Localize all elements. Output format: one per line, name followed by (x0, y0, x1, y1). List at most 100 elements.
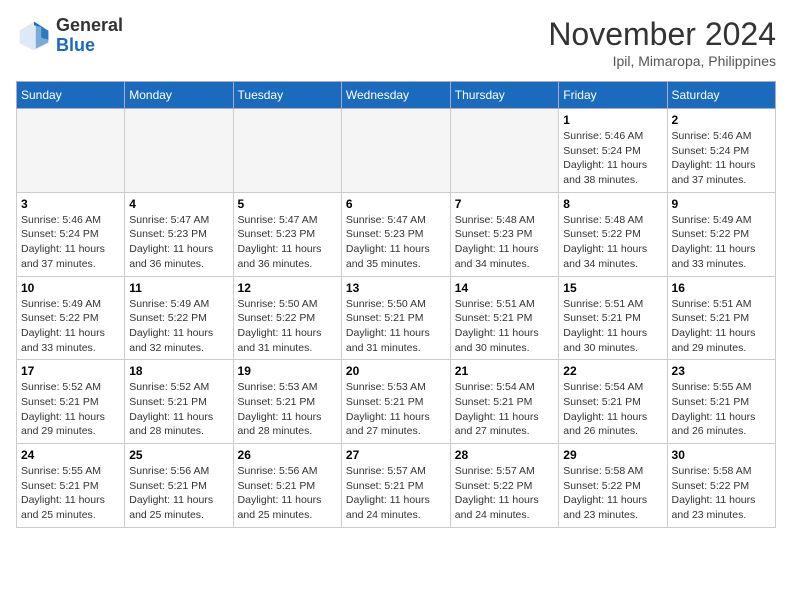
day-number: 17 (21, 364, 120, 378)
calendar-day-cell: 23 Sunrise: 5:55 AM Sunset: 5:21 PM Dayli… (667, 360, 775, 444)
calendar-day-cell: 17 Sunrise: 5:52 AM Sunset: 5:21 PM Dayli… (17, 360, 125, 444)
weekday-header: Thursday (450, 82, 559, 109)
calendar-day-cell: 4 Sunrise: 5:47 AM Sunset: 5:23 PM Daylig… (125, 192, 233, 276)
calendar-day-cell: 16 Sunrise: 5:51 AM Sunset: 5:21 PM Dayli… (667, 276, 775, 360)
calendar-day-cell: 12 Sunrise: 5:50 AM Sunset: 5:22 PM Dayli… (233, 276, 341, 360)
calendar-day-cell: 19 Sunrise: 5:53 AM Sunset: 5:21 PM Dayli… (233, 360, 341, 444)
day-number: 20 (346, 364, 446, 378)
logo-text: General Blue (56, 16, 123, 56)
calendar-day-cell: 22 Sunrise: 5:54 AM Sunset: 5:21 PM Dayli… (559, 360, 667, 444)
day-number: 2 (672, 113, 771, 127)
calendar-day-cell: 26 Sunrise: 5:56 AM Sunset: 5:21 PM Dayli… (233, 444, 341, 528)
day-number: 22 (563, 364, 662, 378)
calendar-day-cell: 25Sunrise: 5:56 AM Sunset: 5:21 PM Dayli… (125, 444, 233, 528)
calendar: SundayMondayTuesdayWednesdayThursdayFrid… (16, 81, 776, 528)
day-number: 9 (672, 197, 771, 211)
day-info: Sunrise: 5:50 AM Sunset: 5:22 PM Dayligh… (238, 297, 337, 356)
logo: General Blue (16, 16, 123, 56)
day-info: Sunrise: 5:47 AM Sunset: 5:23 PM Dayligh… (129, 213, 228, 272)
day-info: Sunrise: 5:49 AM Sunset: 5:22 PM Dayligh… (129, 297, 228, 356)
day-info: Sunrise: 5:54 AM Sunset: 5:21 PM Dayligh… (563, 380, 662, 439)
calendar-header-row: SundayMondayTuesdayWednesdayThursdayFrid… (17, 82, 776, 109)
calendar-day-cell: 5Sunrise: 5:47 AM Sunset: 5:23 PM Daylig… (233, 192, 341, 276)
day-number: 12 (238, 281, 337, 295)
calendar-day-cell (450, 109, 559, 193)
day-info: Sunrise: 5:51 AM Sunset: 5:21 PM Dayligh… (563, 297, 662, 356)
calendar-day-cell: 7 Sunrise: 5:48 AM Sunset: 5:23 PM Daylig… (450, 192, 559, 276)
weekday-header: Tuesday (233, 82, 341, 109)
day-number: 18 (129, 364, 228, 378)
weekday-header: Friday (559, 82, 667, 109)
day-info: Sunrise: 5:48 AM Sunset: 5:23 PM Dayligh… (455, 213, 555, 272)
calendar-day-cell (341, 109, 450, 193)
day-info: Sunrise: 5:46 AM Sunset: 5:24 PM Dayligh… (672, 129, 771, 188)
calendar-week-row: 1 Sunrise: 5:46 AM Sunset: 5:24 PM Daylig… (17, 109, 776, 193)
day-number: 7 (455, 197, 555, 211)
calendar-day-cell: 9 Sunrise: 5:49 AM Sunset: 5:22 PM Daylig… (667, 192, 775, 276)
day-number: 19 (238, 364, 337, 378)
day-info: Sunrise: 5:52 AM Sunset: 5:21 PM Dayligh… (21, 380, 120, 439)
day-number: 1 (563, 113, 662, 127)
calendar-day-cell: 11 Sunrise: 5:49 AM Sunset: 5:22 PM Dayli… (125, 276, 233, 360)
weekday-header: Wednesday (341, 82, 450, 109)
day-info: Sunrise: 5:52 AM Sunset: 5:21 PM Dayligh… (129, 380, 228, 439)
calendar-week-row: 17 Sunrise: 5:52 AM Sunset: 5:21 PM Dayli… (17, 360, 776, 444)
page-header: General Blue November 2024 Ipil, Mimarop… (16, 16, 776, 69)
day-number: 23 (672, 364, 771, 378)
calendar-day-cell: 8 Sunrise: 5:48 AM Sunset: 5:22 PM Daylig… (559, 192, 667, 276)
day-info: Sunrise: 5:58 AM Sunset: 5:22 PM Dayligh… (672, 464, 771, 523)
day-info: Sunrise: 5:46 AM Sunset: 5:24 PM Dayligh… (563, 129, 662, 188)
day-info: Sunrise: 5:46 AM Sunset: 5:24 PM Dayligh… (21, 213, 120, 272)
day-info: Sunrise: 5:55 AM Sunset: 5:21 PM Dayligh… (21, 464, 120, 523)
day-info: Sunrise: 5:53 AM Sunset: 5:21 PM Dayligh… (238, 380, 337, 439)
day-info: Sunrise: 5:51 AM Sunset: 5:21 PM Dayligh… (455, 297, 555, 356)
day-number: 15 (563, 281, 662, 295)
day-number: 25 (129, 448, 228, 462)
day-info: Sunrise: 5:55 AM Sunset: 5:21 PM Dayligh… (672, 380, 771, 439)
weekday-header: Sunday (17, 82, 125, 109)
calendar-day-cell: 15 Sunrise: 5:51 AM Sunset: 5:21 PM Dayli… (559, 276, 667, 360)
calendar-week-row: 24 Sunrise: 5:55 AM Sunset: 5:21 PM Dayli… (17, 444, 776, 528)
calendar-day-cell: 18 Sunrise: 5:52 AM Sunset: 5:21 PM Dayli… (125, 360, 233, 444)
day-number: 14 (455, 281, 555, 295)
calendar-day-cell: 6Sunrise: 5:47 AM Sunset: 5:23 PM Daylig… (341, 192, 450, 276)
location: Ipil, Mimaropa, Philippines (548, 53, 776, 69)
day-number: 26 (238, 448, 337, 462)
calendar-day-cell: 21Sunrise: 5:54 AM Sunset: 5:21 PM Dayli… (450, 360, 559, 444)
day-info: Sunrise: 5:53 AM Sunset: 5:21 PM Dayligh… (346, 380, 446, 439)
weekday-header: Saturday (667, 82, 775, 109)
day-number: 29 (563, 448, 662, 462)
title-block: November 2024 Ipil, Mimaropa, Philippine… (548, 16, 776, 69)
calendar-day-cell: 10 Sunrise: 5:49 AM Sunset: 5:22 PM Dayli… (17, 276, 125, 360)
day-info: Sunrise: 5:57 AM Sunset: 5:22 PM Dayligh… (455, 464, 555, 523)
day-info: Sunrise: 5:49 AM Sunset: 5:22 PM Dayligh… (672, 213, 771, 272)
day-number: 8 (563, 197, 662, 211)
day-number: 10 (21, 281, 120, 295)
day-number: 3 (21, 197, 120, 211)
day-number: 24 (21, 448, 120, 462)
day-info: Sunrise: 5:51 AM Sunset: 5:21 PM Dayligh… (672, 297, 771, 356)
day-info: Sunrise: 5:58 AM Sunset: 5:22 PM Dayligh… (563, 464, 662, 523)
calendar-day-cell (17, 109, 125, 193)
day-number: 30 (672, 448, 771, 462)
calendar-day-cell (233, 109, 341, 193)
day-info: Sunrise: 5:57 AM Sunset: 5:21 PM Dayligh… (346, 464, 446, 523)
day-info: Sunrise: 5:50 AM Sunset: 5:21 PM Dayligh… (346, 297, 446, 356)
day-number: 13 (346, 281, 446, 295)
calendar-day-cell: 30 Sunrise: 5:58 AM Sunset: 5:22 PM Dayli… (667, 444, 775, 528)
day-number: 4 (129, 197, 228, 211)
weekday-header: Monday (125, 82, 233, 109)
day-info: Sunrise: 5:56 AM Sunset: 5:21 PM Dayligh… (238, 464, 337, 523)
calendar-day-cell: 1 Sunrise: 5:46 AM Sunset: 5:24 PM Daylig… (559, 109, 667, 193)
calendar-day-cell: 3 Sunrise: 5:46 AM Sunset: 5:24 PM Daylig… (17, 192, 125, 276)
logo-icon (16, 18, 52, 54)
day-info: Sunrise: 5:47 AM Sunset: 5:23 PM Dayligh… (346, 213, 446, 272)
calendar-week-row: 10 Sunrise: 5:49 AM Sunset: 5:22 PM Dayli… (17, 276, 776, 360)
day-number: 11 (129, 281, 228, 295)
calendar-day-cell: 27Sunrise: 5:57 AM Sunset: 5:21 PM Dayli… (341, 444, 450, 528)
calendar-day-cell: 24 Sunrise: 5:55 AM Sunset: 5:21 PM Dayli… (17, 444, 125, 528)
calendar-day-cell (125, 109, 233, 193)
day-info: Sunrise: 5:48 AM Sunset: 5:22 PM Dayligh… (563, 213, 662, 272)
day-info: Sunrise: 5:49 AM Sunset: 5:22 PM Dayligh… (21, 297, 120, 356)
day-number: 16 (672, 281, 771, 295)
